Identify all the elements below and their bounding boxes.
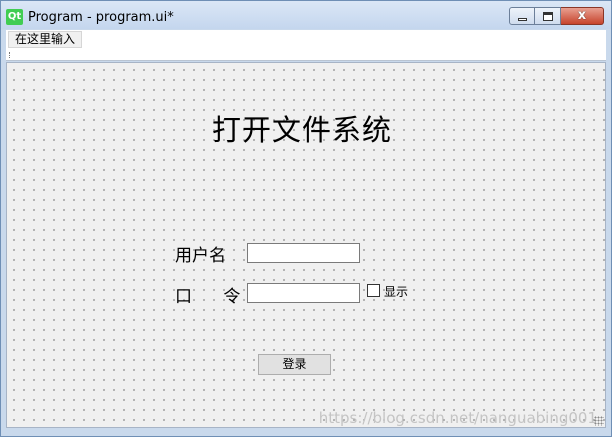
minimize-button[interactable] <box>509 7 535 25</box>
qt-logo-icon: Qt <box>6 9 23 25</box>
show-password-label[interactable]: 显示 <box>384 283 408 300</box>
toolbar-area <box>6 49 606 61</box>
menu-type-here-placeholder[interactable]: 在这里输入 <box>8 31 83 48</box>
password-label: 口 令 <box>175 287 254 307</box>
menu-bar: 在这里输入 <box>6 30 606 49</box>
watermark-text: https://blog.csdn.net/nanguabing001 <box>318 409 597 427</box>
close-icon: x <box>577 8 587 23</box>
maximize-button[interactable] <box>535 7 561 25</box>
form-canvas: 打开文件系统 用户名 口 令 显示 登录 https://blog.csdn.n… <box>6 62 606 428</box>
minimize-icon <box>518 18 527 21</box>
maximize-icon <box>543 12 553 21</box>
resize-grip-icon[interactable] <box>594 416 604 426</box>
window-controls: x <box>509 7 604 25</box>
username-input[interactable] <box>247 243 360 263</box>
username-label: 用户名 <box>175 246 226 266</box>
app-window: Qt Program - program.ui* x 在这里输入 打开文件系统 … <box>0 0 612 437</box>
login-button[interactable]: 登录 <box>258 354 331 375</box>
toolbar-handle-icon[interactable] <box>9 52 11 58</box>
show-password-checkbox[interactable] <box>367 284 380 297</box>
title-bar[interactable]: Qt Program - program.ui* x <box>1 1 611 29</box>
form-title-label: 打开文件系统 <box>211 113 392 147</box>
window-title: Program - program.ui* <box>28 10 174 25</box>
close-button[interactable]: x <box>561 7 604 25</box>
password-input[interactable] <box>247 283 360 303</box>
